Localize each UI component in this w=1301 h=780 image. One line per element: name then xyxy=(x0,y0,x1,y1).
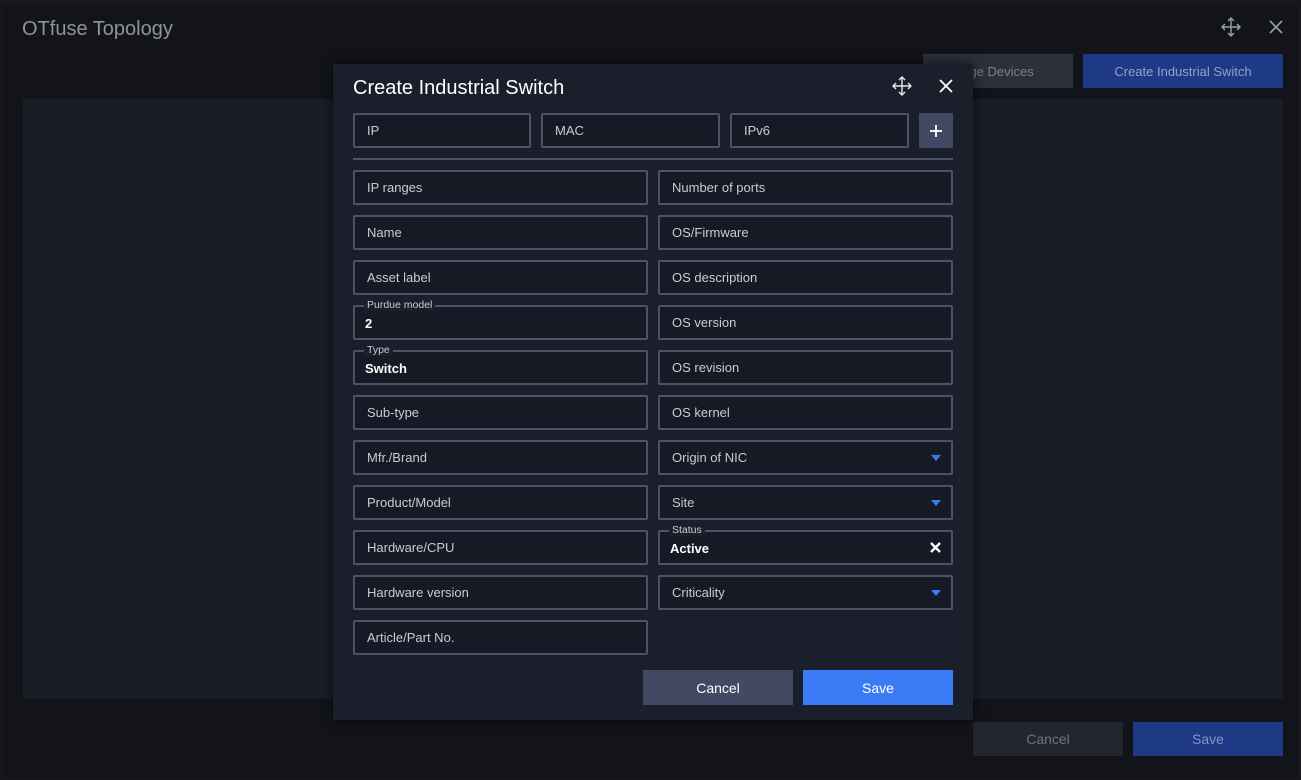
os-description-placeholder: OS description xyxy=(672,270,758,285)
asset-label-placeholder: Asset label xyxy=(367,270,431,285)
status-select[interactable]: Status Active xyxy=(658,524,953,565)
criticality-placeholder: Criticality xyxy=(672,585,725,600)
article-part-no-field[interactable]: Article/Part No. xyxy=(353,620,648,655)
number-of-ports-placeholder: Number of ports xyxy=(672,180,766,195)
os-kernel-field[interactable]: OS kernel xyxy=(658,395,953,430)
purdue-model-value: 2 xyxy=(365,316,373,331)
mfr-brand-placeholder: Mfr./Brand xyxy=(367,450,427,465)
hardware-version-placeholder: Hardware version xyxy=(367,585,469,600)
os-description-field[interactable]: OS description xyxy=(658,260,953,295)
move-icon[interactable] xyxy=(1220,16,1242,38)
create-industrial-switch-dialog: Create Industrial Switch IP MAC IPv6 IP … xyxy=(333,64,973,720)
os-kernel-placeholder: OS kernel xyxy=(672,405,730,420)
hardware-cpu-placeholder: Hardware/CPU xyxy=(367,540,455,555)
sub-type-placeholder: Sub-type xyxy=(367,405,420,420)
plus-icon xyxy=(930,124,942,137)
asset-label-field[interactable]: Asset label xyxy=(353,260,648,295)
sub-type-field[interactable]: Sub-type xyxy=(353,395,648,430)
name-placeholder: Name xyxy=(367,225,402,240)
os-revision-placeholder: OS revision xyxy=(672,360,740,375)
close-icon[interactable] xyxy=(936,76,956,96)
ipv6-field[interactable]: IPv6 xyxy=(730,113,909,148)
mac-field[interactable]: MAC xyxy=(541,113,720,148)
cancel-button[interactable]: Cancel xyxy=(643,670,793,705)
os-firmware-field[interactable]: OS/Firmware xyxy=(658,215,953,250)
ipv6-placeholder: IPv6 xyxy=(744,123,771,138)
os-version-field[interactable]: OS version xyxy=(658,305,953,340)
dialog-title: Create Industrial Switch xyxy=(353,77,565,99)
type-value: Switch xyxy=(365,361,407,376)
move-icon[interactable] xyxy=(891,75,913,97)
os-revision-field[interactable]: OS revision xyxy=(658,350,953,385)
save-button[interactable]: Save xyxy=(803,670,953,705)
create-industrial-switch-button[interactable]: Create Industrial Switch xyxy=(1083,54,1283,88)
os-firmware-placeholder: OS/Firmware xyxy=(672,225,749,240)
hardware-cpu-field[interactable]: Hardware/CPU xyxy=(353,530,648,565)
site-placeholder: Site xyxy=(672,495,695,510)
product-model-field[interactable]: Product/Model xyxy=(353,485,648,520)
name-field[interactable]: Name xyxy=(353,215,648,250)
product-model-placeholder: Product/Model xyxy=(367,495,451,510)
site-select[interactable]: Site xyxy=(658,485,953,520)
mac-placeholder: MAC xyxy=(555,123,584,138)
status-value: Active xyxy=(670,541,710,556)
ip-placeholder: IP xyxy=(367,123,380,138)
origin-of-nic-select[interactable]: Origin of NIC xyxy=(658,440,953,475)
caret-down-icon xyxy=(931,500,941,506)
background-window-title: OTfuse Topology xyxy=(22,18,173,40)
type-field[interactable]: Type Switch xyxy=(353,344,648,385)
clear-x-icon[interactable] xyxy=(929,541,942,554)
ip-ranges-field[interactable]: IP ranges xyxy=(353,170,648,205)
purdue-model-field[interactable]: Purdue model 2 xyxy=(353,299,648,340)
purdue-model-label: Purdue model xyxy=(364,299,436,311)
number-of-ports-field[interactable]: Number of ports xyxy=(658,170,953,205)
ip-ranges-placeholder: IP ranges xyxy=(367,180,423,195)
mfr-brand-field[interactable]: Mfr./Brand xyxy=(353,440,648,475)
origin-of-nic-placeholder: Origin of NIC xyxy=(672,450,748,465)
background-cancel-button[interactable]: Cancel xyxy=(973,722,1123,756)
caret-down-icon xyxy=(931,455,941,461)
close-icon[interactable] xyxy=(1266,17,1286,37)
caret-down-icon xyxy=(931,590,941,596)
hardware-version-field[interactable]: Hardware version xyxy=(353,575,648,610)
background-save-button[interactable]: Save xyxy=(1133,722,1283,756)
ip-field[interactable]: IP xyxy=(353,113,531,148)
article-part-no-placeholder: Article/Part No. xyxy=(367,630,455,645)
divider xyxy=(353,158,953,160)
criticality-select[interactable]: Criticality xyxy=(658,575,953,610)
add-address-button[interactable] xyxy=(919,113,953,148)
os-version-placeholder: OS version xyxy=(672,315,737,330)
